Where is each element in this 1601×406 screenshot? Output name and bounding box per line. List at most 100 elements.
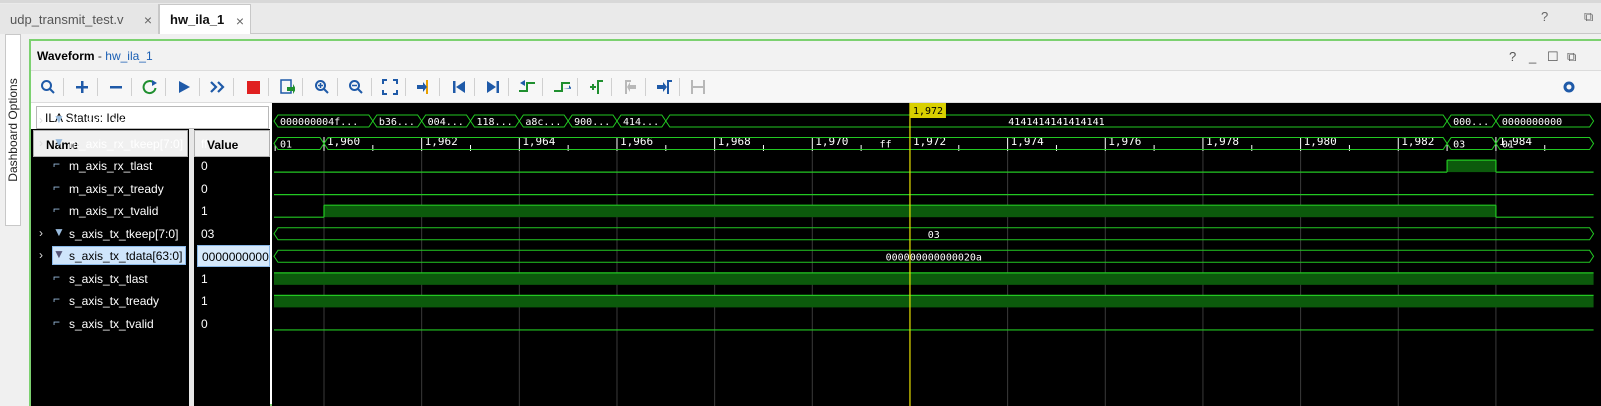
- bus-value-label: 0000000000: [1502, 117, 1562, 128]
- signal-name: m_axis_rx_tlast: [69, 159, 153, 173]
- go-to-start-icon[interactable]: [449, 77, 469, 97]
- timeline-tick-label: 1,962: [425, 135, 458, 148]
- timeline-tick-label: 1,982: [1401, 135, 1434, 148]
- expand-icon[interactable]: ›: [39, 113, 43, 127]
- run-immediate-icon[interactable]: [208, 77, 228, 97]
- next-transition-icon[interactable]: [552, 77, 572, 97]
- next-marker-icon[interactable]: [654, 77, 674, 97]
- go-to-end-icon[interactable]: [483, 77, 503, 97]
- close-icon[interactable]: ×: [236, 13, 244, 29]
- timeline-tick-label: 1,968: [718, 135, 751, 148]
- add-icon[interactable]: [72, 77, 92, 97]
- signal-value: 0: [201, 159, 208, 173]
- signal-row-m-axis-rx-tvalid[interactable]: ⌐ m_axis_rx_tvalid: [31, 200, 189, 222]
- signal-value: 0: [201, 317, 208, 331]
- tab-hw-ila-1[interactable]: hw_ila_1 ×: [159, 4, 251, 34]
- panel-title-text: Waveform: [37, 49, 95, 63]
- bus-signal-icon: ▼: [53, 247, 65, 261]
- signal-row-m-axis-rx-tkeep70[interactable]: › ▼ m_axis_rx_tkeep[7:0]: [31, 133, 189, 155]
- restore-icon[interactable]: ⧉: [1584, 9, 1593, 25]
- dashboard-options-tab[interactable]: Dashboard Options: [5, 34, 21, 226]
- previous-transition-icon[interactable]: [517, 77, 537, 97]
- panel-title-link[interactable]: hw_ila_1: [105, 49, 152, 63]
- bit-signal-icon: ⌐: [53, 292, 61, 306]
- maximize-icon[interactable]: ☐: [1547, 49, 1559, 65]
- bus-value-label: 414...: [623, 117, 659, 128]
- bit-signal-icon: ⌐: [53, 180, 61, 194]
- signal-value: ff: [201, 137, 208, 151]
- signal-name: s_axis_tx_tready: [69, 294, 160, 308]
- add-marker-icon[interactable]: [586, 77, 606, 97]
- zoom-fit-icon[interactable]: [380, 77, 400, 97]
- signal-row-s-axis-tx-tlast[interactable]: ⌐ s_axis_tx_tlast: [31, 268, 189, 290]
- help-icon[interactable]: ?: [1541, 9, 1548, 24]
- bus-value-label: 000...: [1453, 117, 1489, 128]
- bus-value-label: b36...: [379, 117, 415, 128]
- signal-name: m_axis_rx_tready: [69, 182, 164, 196]
- bus-value-label: 118...: [476, 117, 512, 128]
- zoom-out-icon[interactable]: [346, 77, 366, 97]
- bit-high-fill: [274, 272, 1594, 285]
- refresh-icon[interactable]: [140, 77, 160, 97]
- help-icon[interactable]: ?: [1509, 49, 1516, 64]
- signal-row-s-axis-tx-tready[interactable]: ⌐ s_axis_tx_tready: [31, 290, 189, 312]
- stop-icon[interactable]: [243, 77, 263, 97]
- column-splitter[interactable]: [189, 129, 194, 406]
- signal-row-m-axis-rx-tready[interactable]: ⌐ m_axis_rx_tready: [31, 178, 189, 200]
- expand-icon[interactable]: ›: [39, 136, 43, 150]
- zoom-search-icon[interactable]: [38, 77, 58, 97]
- bus-value-label: 4141414141414141: [1008, 117, 1104, 128]
- bit-signal-icon: ⌐: [53, 157, 61, 171]
- zoom-in-icon[interactable]: [312, 77, 332, 97]
- bus-signal-icon: ▼: [53, 225, 65, 239]
- signal-name: m_axis_rx_tvalid: [69, 204, 159, 218]
- cursor-label: 1,972: [913, 106, 943, 117]
- bus-value-label: 01: [1502, 140, 1514, 151]
- timeline-tick-label: 1,980: [1304, 135, 1337, 148]
- go-to-cursor-icon[interactable]: [414, 77, 434, 97]
- previous-marker-icon[interactable]: [620, 77, 640, 97]
- signal-row-s-axis-tx-tkeep70[interactable]: › ▼ s_axis_tx_tkeep[7:0]: [31, 223, 189, 245]
- bit-signal-icon: ⌐: [53, 202, 61, 216]
- settings-icon[interactable]: [1559, 77, 1579, 97]
- signal-name: s_axis_tx_tkeep[7:0]: [69, 227, 179, 241]
- signal-value: 4141414141: [201, 114, 268, 128]
- waveform-canvas[interactable]: 1,960 1,962 1,964 1,966 1,968 1,970 1,972 1,974…: [272, 103, 1601, 406]
- bit-high-fill: [274, 295, 1594, 308]
- export-icon[interactable]: [277, 77, 297, 97]
- bus-value-label: 004...: [428, 117, 464, 128]
- tab-udp-transmit-test[interactable]: udp_transmit_test.v ×: [0, 4, 159, 34]
- bus-value-label: 900...: [574, 117, 610, 128]
- timeline-tick-label: 1,964: [522, 135, 555, 148]
- bus-signal-icon: ▼: [53, 135, 65, 149]
- signal-row-s-axis-tx-tvalid[interactable]: ⌐ s_axis_tx_tvalid: [31, 313, 189, 335]
- bus-signal-icon: ▼: [53, 112, 65, 126]
- tab-label: hw_ila_1: [170, 12, 225, 27]
- expand-icon[interactable]: ›: [39, 226, 43, 240]
- remove-icon[interactable]: [106, 77, 126, 97]
- signal-row-m-axis-rx-tlast[interactable]: ⌐ m_axis_rx_tlast: [31, 155, 189, 177]
- signal-value: 0000000000: [197, 245, 270, 267]
- timeline-tick-label: 1,966: [620, 135, 653, 148]
- signal-row-m-axis-rx-tdata630[interactable]: › ▼ m_axis_rx_tdata[63:0]: [31, 110, 189, 132]
- signal-value: 1: [201, 204, 208, 218]
- signal-name: m_axis_rx_tkeep[7:0]: [69, 137, 184, 151]
- swap-cursors-icon[interactable]: [688, 77, 708, 97]
- signal-list: Name Value › ▼ m_axis_rx_tdata[63:0] 414141…: [31, 112, 270, 406]
- timeline-tick-label: 1,960: [327, 135, 360, 148]
- expand-icon[interactable]: ›: [39, 248, 43, 262]
- signal-name: s_axis_tx_tlast: [69, 272, 148, 286]
- minimize-icon[interactable]: _: [1529, 49, 1536, 64]
- run-trigger-icon[interactable]: [174, 77, 194, 97]
- close-icon[interactable]: ×: [144, 12, 152, 28]
- bit-signal-icon: ⌐: [53, 270, 61, 284]
- timeline-tick-label: 1,974: [1011, 135, 1044, 148]
- signal-row-s-axis-tx-tdata630[interactable]: › ▼ s_axis_tx_tdata[63:0]: [31, 245, 189, 267]
- bus-value-label: 01: [280, 140, 292, 151]
- signal-name: s_axis_tx_tvalid: [69, 317, 154, 331]
- bus-value-label: 03: [928, 230, 940, 241]
- restore-icon[interactable]: ⧉: [1567, 49, 1576, 65]
- signal-name: s_axis_tx_tdata[63:0]: [69, 249, 183, 263]
- panel-title: Waveform - hw_ila_1: [37, 49, 153, 63]
- signal-value: 0: [201, 182, 208, 196]
